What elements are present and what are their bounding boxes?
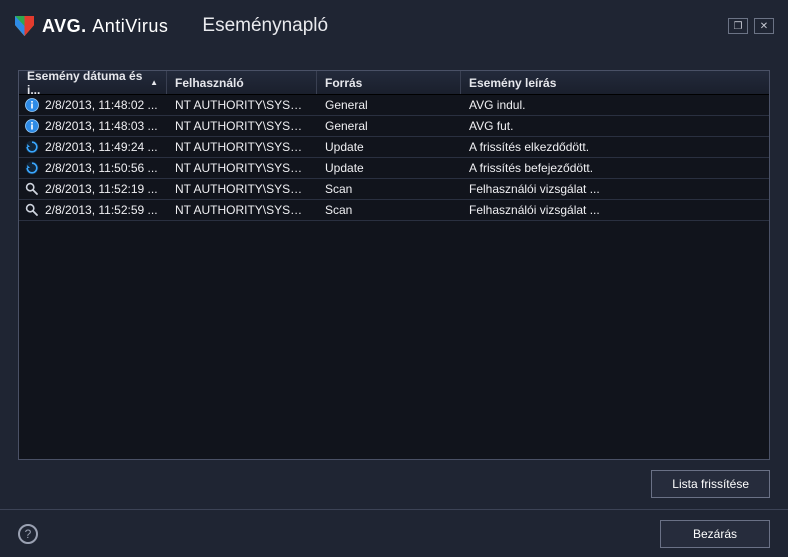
cell-source: Scan [317, 182, 461, 196]
table-row[interactable]: 2/8/2013, 11:48:03 ... NT AUTHORITY\SYSTE… [19, 116, 769, 137]
cell-date-text: 2/8/2013, 11:48:02 ... [45, 98, 158, 112]
cell-date-text: 2/8/2013, 11:48:03 ... [45, 119, 158, 133]
column-header-description[interactable]: Esemény leírás [461, 71, 769, 94]
cell-user: NT AUTHORITY\SYSTEM [167, 182, 317, 196]
column-header-user[interactable]: Felhasználó [167, 71, 317, 94]
cell-date: 2/8/2013, 11:52:59 ... [19, 203, 167, 217]
table-body: 2/8/2013, 11:48:02 ... NT AUTHORITY\SYSTE… [19, 95, 769, 221]
cell-date-text: 2/8/2013, 11:52:19 ... [45, 182, 158, 196]
brand-block: AVG. AntiVirus [14, 15, 168, 37]
cell-description: Felhasználói vizsgálat ... [461, 182, 769, 196]
column-header-date[interactable]: Esemény dátuma és i... [19, 71, 167, 94]
table-row[interactable]: 2/8/2013, 11:49:24 ... NT AUTHORITY\SYSTE… [19, 137, 769, 158]
cell-description: AVG fut. [461, 119, 769, 133]
cell-description: A frissítés befejeződött. [461, 161, 769, 175]
table-header: Esemény dátuma és i... Felhasználó Forrá… [19, 71, 769, 95]
content-area: Esemény dátuma és i... Felhasználó Forrá… [0, 52, 788, 460]
info-icon [25, 98, 39, 112]
cell-source: General [317, 98, 461, 112]
cell-user: NT AUTHORITY\SYSTEM [167, 119, 317, 133]
cell-date-text: 2/8/2013, 11:52:59 ... [45, 203, 158, 217]
cell-date: 2/8/2013, 11:50:56 ... [19, 161, 167, 175]
cell-date-text: 2/8/2013, 11:50:56 ... [45, 161, 158, 175]
brand-text: AVG. AntiVirus [42, 16, 168, 37]
table-row[interactable]: 2/8/2013, 11:52:19 ... NT AUTHORITY\SYSTE… [19, 179, 769, 200]
window-controls: ❐ ✕ [728, 18, 774, 34]
cell-user: NT AUTHORITY\SYSTEM [167, 140, 317, 154]
refresh-list-button[interactable]: Lista frissítése [651, 470, 770, 498]
cell-source: General [317, 119, 461, 133]
close-button[interactable]: Bezárás [660, 520, 770, 548]
cell-source: Scan [317, 203, 461, 217]
help-icon[interactable]: ? [18, 524, 38, 544]
scan-icon [25, 182, 39, 196]
table-row[interactable]: 2/8/2013, 11:52:59 ... NT AUTHORITY\SYSTE… [19, 200, 769, 221]
cell-date: 2/8/2013, 11:49:24 ... [19, 140, 167, 154]
cell-user: NT AUTHORITY\SYSTEM [167, 98, 317, 112]
event-table: Esemény dátuma és i... Felhasználó Forrá… [18, 70, 770, 460]
cell-user: NT AUTHORITY\SYSTEM [167, 203, 317, 217]
table-row[interactable]: 2/8/2013, 11:48:02 ... NT AUTHORITY\SYSTE… [19, 95, 769, 116]
brand-product: AntiVirus [92, 16, 168, 36]
cell-description: Felhasználói vizsgálat ... [461, 203, 769, 217]
update-icon [25, 140, 39, 154]
scan-icon [25, 203, 39, 217]
footer-row: Lista frissítése [0, 460, 788, 498]
cell-user: NT AUTHORITY\SYSTEM [167, 161, 317, 175]
update-icon [25, 161, 39, 175]
bottom-bar: ? Bezárás [0, 509, 788, 557]
avg-logo-icon [14, 15, 36, 37]
cell-date: 2/8/2013, 11:52:19 ... [19, 182, 167, 196]
cell-date: 2/8/2013, 11:48:03 ... [19, 119, 167, 133]
brand-name: AVG [42, 16, 81, 36]
close-window-button[interactable]: ✕ [754, 18, 774, 34]
page-title: Eseménynapló [202, 15, 328, 37]
maximize-button[interactable]: ❐ [728, 18, 748, 34]
cell-source: Update [317, 140, 461, 154]
cell-date: 2/8/2013, 11:48:02 ... [19, 98, 167, 112]
table-row[interactable]: 2/8/2013, 11:50:56 ... NT AUTHORITY\SYSTE… [19, 158, 769, 179]
column-header-source[interactable]: Forrás [317, 71, 461, 94]
info-icon [25, 119, 39, 133]
cell-date-text: 2/8/2013, 11:49:24 ... [45, 140, 158, 154]
titlebar: AVG. AntiVirus Eseménynapló ❐ ✕ [0, 0, 788, 52]
cell-source: Update [317, 161, 461, 175]
cell-description: A frissítés elkezdődött. [461, 140, 769, 154]
cell-description: AVG indul. [461, 98, 769, 112]
